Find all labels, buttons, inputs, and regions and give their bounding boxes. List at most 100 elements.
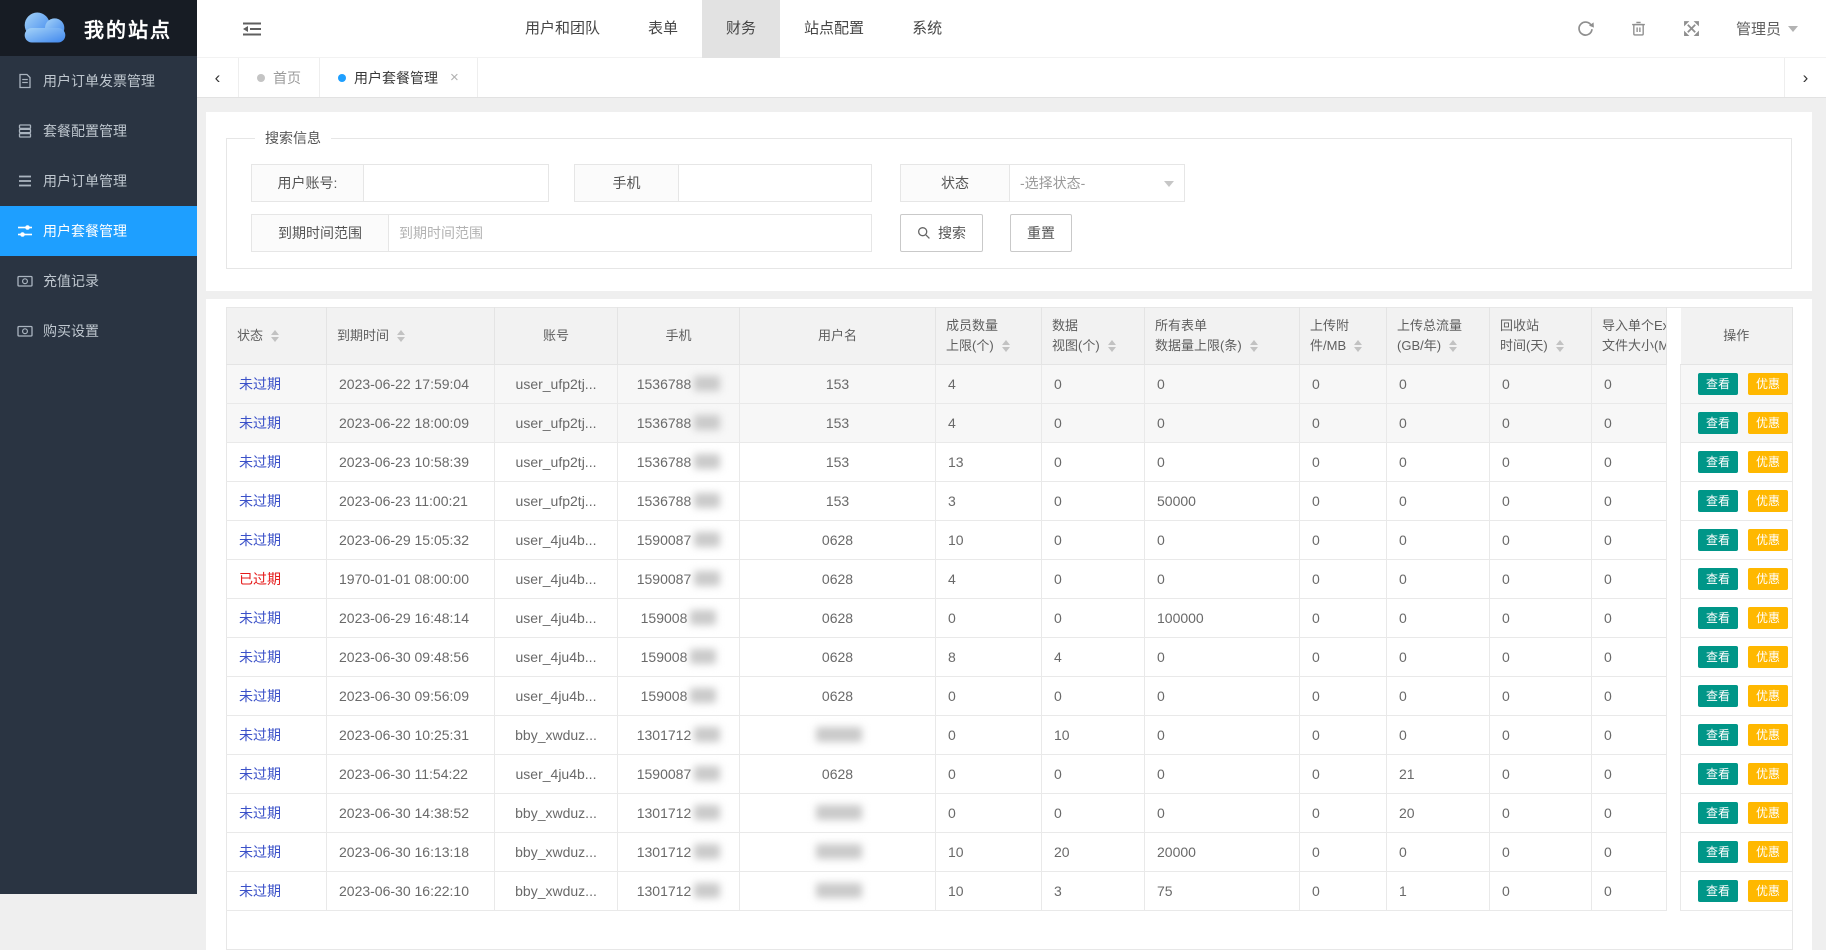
status-select[interactable]: -选择状态- (1010, 164, 1185, 202)
sort-caret-icon[interactable] (1002, 340, 1010, 352)
close-icon[interactable]: × (450, 69, 459, 86)
sort-caret-icon[interactable] (397, 330, 405, 342)
brand: 我的站点 (0, 0, 197, 56)
column-header-form-data-limit[interactable]: 所有表单数据量上限(条) (1145, 308, 1300, 365)
value-cell-excel-size: 0 (1592, 482, 1667, 521)
chevron-down-icon (1164, 181, 1174, 187)
value-cell-form-data-limit: 50000 (1145, 482, 1300, 521)
status-badge: 未过期 (239, 493, 281, 509)
discount-button[interactable]: 优惠 (1748, 724, 1788, 746)
sidebar-item-package-config[interactable]: 套餐配置管理 (0, 106, 197, 156)
discount-button[interactable]: 优惠 (1748, 646, 1788, 668)
sort-caret-icon[interactable] (1354, 340, 1362, 352)
tab-home[interactable]: 首页 (239, 58, 320, 97)
discount-button[interactable]: 优惠 (1748, 685, 1788, 707)
column-header-upload-attachment[interactable]: 上传附件/MB (1300, 308, 1387, 365)
menu-finance[interactable]: 财务 (702, 0, 780, 58)
account-input[interactable] (364, 164, 549, 202)
discount-button[interactable]: 优惠 (1748, 841, 1788, 863)
tabs-scroll-left-icon[interactable]: ‹ (197, 58, 239, 97)
reset-button[interactable]: 重置 (1010, 214, 1072, 252)
value-cell-excel-size: 0 (1592, 404, 1667, 443)
sidebar-item-user-package-management[interactable]: 用户套餐管理 (0, 206, 197, 256)
discount-button[interactable]: 优惠 (1748, 412, 1788, 434)
view-button[interactable]: 查看 (1698, 841, 1738, 863)
discount-button[interactable]: 优惠 (1748, 568, 1788, 590)
value-cell-recycle-days: 0 (1490, 794, 1592, 833)
view-button[interactable]: 查看 (1698, 880, 1738, 902)
status-badge: 未过期 (239, 454, 281, 470)
column-header-upload-traffic[interactable]: 上传总流量(GB/年) (1387, 308, 1490, 365)
view-button[interactable]: 查看 (1698, 373, 1738, 395)
column-header-username: 用户名 (740, 308, 936, 365)
table-row: 未过期2023-06-30 09:48:56user_4ju4b...15900… (227, 638, 1793, 677)
sort-caret-icon[interactable] (1449, 340, 1457, 352)
discount-button[interactable]: 优惠 (1748, 490, 1788, 512)
fullscreen-icon[interactable] (1683, 20, 1700, 37)
view-button[interactable]: 查看 (1698, 763, 1738, 785)
value-cell-data-views: 0 (1042, 365, 1145, 404)
collapse-sidebar-icon[interactable] (243, 21, 261, 37)
tabs-scroll-right-icon[interactable]: › (1784, 58, 1826, 97)
menu-site-config[interactable]: 站点配置 (780, 0, 888, 58)
date-range-input[interactable] (389, 214, 872, 252)
value-cell-data-views: 0 (1042, 599, 1145, 638)
value-cell-upload-traffic: 0 (1387, 638, 1490, 677)
value-cell-upload-attachment: 0 (1300, 521, 1387, 560)
view-button[interactable]: 查看 (1698, 451, 1738, 473)
sort-caret-icon[interactable] (1108, 340, 1116, 352)
menu-users-teams[interactable]: 用户和团队 (501, 0, 624, 58)
table-row: 未过期2023-06-29 16:48:14user_4ju4b...15900… (227, 599, 1793, 638)
view-button[interactable]: 查看 (1698, 685, 1738, 707)
sidebar-item-purchase-settings[interactable]: 购买设置 (0, 306, 197, 356)
view-button[interactable]: 查看 (1698, 646, 1738, 668)
username-cell: 0628 (740, 677, 936, 716)
account-cell: bby_xwduz... (495, 872, 618, 911)
tab-user-package-management[interactable]: 用户套餐管理 × (320, 58, 478, 97)
sort-caret-icon[interactable] (1250, 340, 1258, 352)
sidebar-item-invoice-management[interactable]: 用户订单发票管理 (0, 56, 197, 106)
view-button[interactable]: 查看 (1698, 412, 1738, 434)
view-button[interactable]: 查看 (1698, 607, 1738, 629)
value-cell-member-limit: 13 (936, 443, 1042, 482)
view-button[interactable]: 查看 (1698, 724, 1738, 746)
discount-button[interactable]: 优惠 (1748, 802, 1788, 824)
sidebar-item-order-management[interactable]: 用户订单管理 (0, 156, 197, 206)
phone-input[interactable] (679, 164, 872, 202)
user-name: 管理员 (1736, 18, 1781, 39)
status-badge: 未过期 (239, 727, 281, 743)
sidebar-item-recharge-records[interactable]: 充值记录 (0, 256, 197, 306)
discount-button[interactable]: 优惠 (1748, 451, 1788, 473)
column-header-expire-time[interactable]: 到期时间 (327, 308, 495, 365)
sort-caret-icon[interactable] (271, 330, 279, 342)
view-button[interactable]: 查看 (1698, 802, 1738, 824)
view-button[interactable]: 查看 (1698, 490, 1738, 512)
menu-forms[interactable]: 表单 (624, 0, 702, 58)
user-dropdown[interactable]: 管理员 (1736, 18, 1798, 39)
trash-icon[interactable] (1630, 20, 1647, 37)
status-cell: 未过期 (227, 599, 327, 638)
view-button[interactable]: 查看 (1698, 568, 1738, 590)
column-header-member-limit[interactable]: 成员数量上限(个) (936, 308, 1042, 365)
phone-cell: 1536788 (618, 404, 740, 443)
value-cell-excel-size: 0 (1592, 443, 1667, 482)
discount-button[interactable]: 优惠 (1748, 880, 1788, 902)
discount-button[interactable]: 优惠 (1748, 529, 1788, 551)
status-badge: 未过期 (239, 532, 281, 548)
view-button[interactable]: 查看 (1698, 529, 1738, 551)
column-header-data-views[interactable]: 数据视图(个) (1042, 308, 1145, 365)
sort-caret-icon[interactable] (1556, 340, 1564, 352)
refresh-icon[interactable] (1577, 20, 1594, 37)
menu-system[interactable]: 系统 (888, 0, 966, 58)
fixed-column-gap (1667, 677, 1681, 716)
discount-button[interactable]: 优惠 (1748, 607, 1788, 629)
search-button[interactable]: 搜索 (900, 214, 983, 252)
username-cell: 153 (740, 482, 936, 521)
discount-button[interactable]: 优惠 (1748, 373, 1788, 395)
expire-time-cell: 2023-06-23 11:00:21 (327, 482, 495, 521)
top-nav: 用户和团队 表单 财务 站点配置 系统 管理员 (197, 0, 1826, 58)
column-header-status[interactable]: 状态 (227, 308, 327, 365)
discount-button[interactable]: 优惠 (1748, 763, 1788, 785)
value-cell-recycle-days: 0 (1490, 638, 1592, 677)
column-header-recycle-days[interactable]: 回收站时间(天) (1490, 308, 1592, 365)
